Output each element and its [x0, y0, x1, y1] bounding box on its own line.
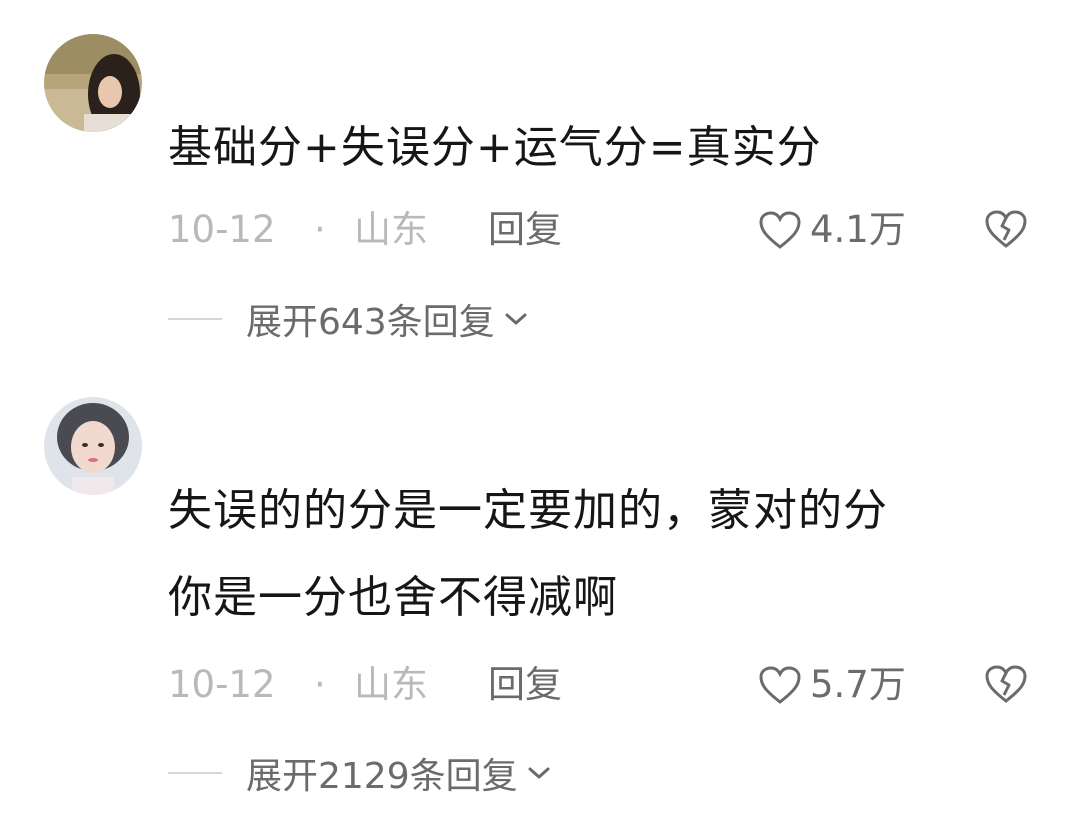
- comment-meta: 10-12 · 山东 回复 5.7万: [168, 660, 1048, 710]
- heart-outline-icon: [759, 211, 801, 249]
- like-count: 5.7万: [810, 663, 906, 706]
- expand-replies-button[interactable]: 展开643条回复: [168, 294, 529, 344]
- comment-location: 山东: [354, 663, 428, 706]
- chevron-down-icon: [528, 767, 550, 779]
- chevron-down-icon: [505, 313, 527, 325]
- meta-separator: ·: [314, 663, 326, 706]
- avatar[interactable]: [44, 397, 142, 495]
- divider-line: [168, 772, 222, 774]
- comment-text-line: 失误的的分是一定要加的，蒙对的分: [168, 485, 888, 536]
- expand-replies-label: 展开2129条回复: [246, 756, 518, 797]
- avatar-image: [44, 397, 142, 495]
- comment-date: 10-12: [168, 208, 276, 251]
- reply-button[interactable]: 回复: [488, 660, 562, 710]
- divider-line: [168, 318, 222, 320]
- expand-replies-label: 展开643条回复: [246, 302, 495, 343]
- avatar[interactable]: [44, 34, 142, 132]
- like-button[interactable]: 5.7万: [758, 660, 906, 710]
- comment-meta: 10-12 · 山东 回复 4.1万: [168, 205, 1048, 255]
- comment-text: 失误的的分是一定要加的，蒙对的分 你是一分也舍不得减啊: [168, 467, 1028, 641]
- avatar-image: [44, 34, 142, 132]
- comment-text-line: 你是一分也舍不得减啊: [168, 572, 618, 623]
- broken-heart-icon: [985, 665, 1027, 703]
- dislike-button[interactable]: [984, 207, 1028, 264]
- like-count: 4.1万: [810, 208, 906, 251]
- like-button[interactable]: 4.1万: [758, 205, 906, 255]
- comment-date: 10-12: [168, 663, 276, 706]
- broken-heart-icon: [985, 210, 1027, 248]
- meta-separator: ·: [314, 208, 326, 251]
- expand-replies-button[interactable]: 展开2129条回复: [168, 748, 552, 798]
- heart-outline-icon: [759, 666, 801, 704]
- reply-button[interactable]: 回复: [488, 205, 562, 255]
- comment-text: 基础分+失误分+运气分=真实分: [168, 104, 1028, 191]
- comment-location: 山东: [354, 208, 428, 251]
- dislike-button[interactable]: [984, 662, 1028, 719]
- comment-text-line: 基础分+失误分+运气分=真实分: [168, 122, 822, 173]
